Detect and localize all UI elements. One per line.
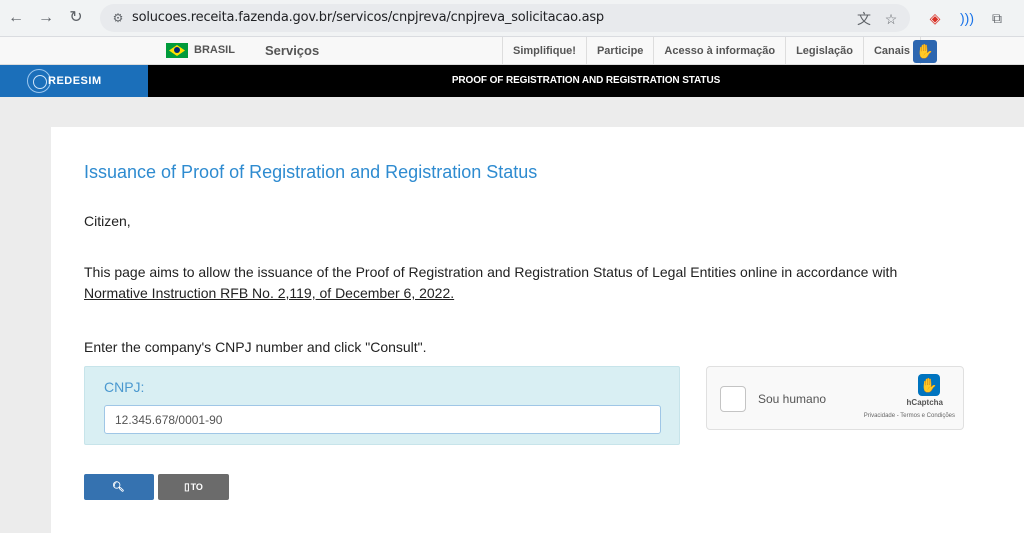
captcha-checkbox[interactable] (720, 386, 746, 412)
description-text: This page aims to allow the issuance of … (84, 262, 964, 304)
instruction-text: Enter the company's CNPJ number and clic… (84, 339, 427, 355)
back-arrow-icon[interactable]: ← (6, 8, 26, 28)
extensions-puzzle-icon[interactable]: ⧉ (987, 8, 1007, 28)
translate-icon[interactable]: 文 (855, 10, 873, 28)
cnpj-label: CNPJ: (104, 379, 145, 395)
clean-button[interactable]: ▯TO CLEAN (158, 474, 229, 519)
gov-link-participe[interactable]: Participe (585, 37, 653, 65)
page-header-title: PROOF OF REGISTRATION AND REGISTRATION S… (451, 75, 721, 86)
redesim-header: REDESIM PROOF OF REGISTRATION AND REGIST… (0, 65, 1024, 97)
gov-link-legislacao[interactable]: Legislação (785, 37, 863, 65)
gov-links: Simplifique! Participe Acesso à informaç… (502, 37, 922, 65)
redesim-logo-text: REDESIM (48, 75, 102, 87)
search-icon: 🔍︎ (112, 482, 125, 493)
extension-shield-icon[interactable]: ◈ (925, 8, 945, 28)
browser-toolbar: ← → ↻ ⚙ solucoes.receita.fazenda.gov.br/… (0, 0, 1024, 37)
address-bar[interactable]: ⚙ solucoes.receita.fazenda.gov.br/servic… (100, 4, 910, 32)
redesim-logo[interactable]: REDESIM (0, 65, 148, 97)
gov-bar: BRASIL Serviços Simplifique! Participe A… (0, 37, 1024, 65)
hcaptcha-brand: hCaptcha (906, 398, 943, 407)
read-aloud-icon[interactable]: ))) (957, 8, 977, 28)
forward-arrow-icon[interactable]: → (36, 8, 56, 28)
document-icon: ▯ (184, 482, 190, 493)
services-link[interactable]: Serviços (265, 43, 319, 58)
gov-link-simplifique[interactable]: Simplifique! (502, 37, 586, 65)
clean-button-label: TO CLEAN (178, 482, 209, 519)
normative-instruction-link[interactable]: Normative Instruction RFB No. 2,119, of … (84, 285, 454, 301)
hcaptcha-logo-icon: ✋ (918, 374, 940, 396)
country-label[interactable]: BRASIL (194, 44, 235, 56)
consult-button-label: CONSULT (97, 509, 141, 519)
cnpj-input[interactable] (104, 405, 661, 434)
description-body: This page aims to allow the issuance of … (84, 264, 898, 280)
reload-icon[interactable]: ↻ (66, 8, 86, 28)
brazil-flag-icon (166, 43, 188, 58)
hcaptcha-links[interactable]: Privacidade - Termos e Condições (864, 413, 955, 419)
greeting-text: Citizen, (84, 213, 131, 229)
content-card: Issuance of Proof of Registration and Re… (51, 127, 1024, 533)
page-title: Issuance of Proof of Registration and Re… (84, 162, 538, 182)
gov-link-acesso-informacao[interactable]: Acesso à informação (653, 37, 785, 65)
site-info-icon[interactable]: ⚙ (110, 10, 126, 26)
accessibility-hands-icon[interactable]: ✋ (913, 40, 937, 63)
bookmark-star-icon[interactable]: ☆ (882, 10, 900, 28)
hcaptcha-widget: Sou humano ✋ hCaptcha Privacidade - Term… (706, 366, 964, 430)
cnpj-panel: CNPJ: (84, 366, 680, 445)
captcha-label: Sou humano (758, 392, 827, 406)
address-url[interactable]: solucoes.receita.fazenda.gov.br/servicos… (132, 10, 604, 25)
consult-button[interactable]: 🔍︎ CONSULT (84, 474, 154, 519)
